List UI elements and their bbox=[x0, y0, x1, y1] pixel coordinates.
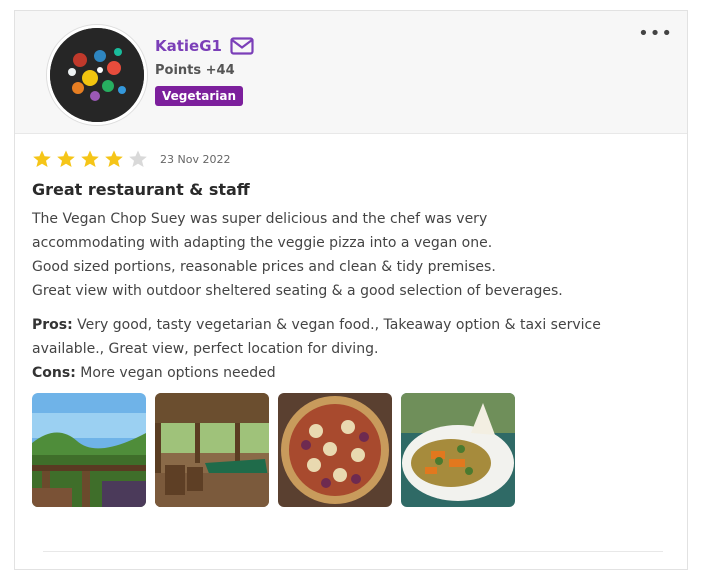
star-filled-icon bbox=[81, 150, 99, 167]
mail-icon[interactable] bbox=[230, 37, 254, 55]
photo-gallery bbox=[32, 393, 652, 507]
review-text: The Vegan Chop Suey was super delicious … bbox=[32, 207, 652, 303]
review-date: 23 Nov 2022 bbox=[160, 152, 231, 166]
view-photo[interactable] bbox=[32, 393, 146, 507]
cons-label: Cons: bbox=[32, 365, 76, 381]
review-text-line: Great view with outdoor sheltered seatin… bbox=[32, 283, 563, 299]
username-row: KatieG1 bbox=[155, 37, 254, 55]
review-title: Great restaurant & staff bbox=[32, 180, 250, 199]
star-filled-icon bbox=[33, 150, 51, 167]
cons-section: Cons: More vegan options needed bbox=[32, 361, 652, 385]
dish-photo[interactable] bbox=[401, 393, 515, 507]
review-header: KatieG1 Points +44 Vegetarian ••• bbox=[15, 11, 687, 134]
pros-text: Very good, tasty vegetarian & vegan food… bbox=[32, 317, 601, 357]
diet-badge: Vegetarian bbox=[155, 86, 244, 106]
review-text-line: accommodating with adapting the veggie p… bbox=[32, 235, 493, 251]
review-text-line: The Vegan Chop Suey was super delicious … bbox=[32, 211, 488, 227]
pizza-photo[interactable] bbox=[278, 393, 392, 507]
cons-text: More vegan options needed bbox=[80, 365, 276, 381]
bottom-divider bbox=[43, 551, 663, 552]
star-filled-icon bbox=[57, 150, 75, 167]
more-options-icon[interactable]: ••• bbox=[638, 25, 673, 43]
username-link[interactable]: KatieG1 bbox=[155, 37, 222, 55]
avatar-image bbox=[50, 28, 144, 122]
rating-row: 23 Nov 2022 bbox=[32, 148, 652, 170]
review-body: 23 Nov 2022 Great restaurant & staff The… bbox=[32, 148, 652, 507]
star-empty-icon bbox=[129, 150, 147, 167]
avatar[interactable] bbox=[47, 25, 147, 125]
user-points: Points +44 bbox=[155, 63, 235, 78]
pros-label: Pros: bbox=[32, 317, 73, 333]
star-filled-icon bbox=[105, 150, 123, 167]
star-rating bbox=[32, 149, 148, 169]
interior-photo[interactable] bbox=[155, 393, 269, 507]
review-text-line: Good sized portions, reasonable prices a… bbox=[32, 259, 496, 275]
pros-section: Pros: Very good, tasty vegetarian & vega… bbox=[32, 313, 652, 361]
